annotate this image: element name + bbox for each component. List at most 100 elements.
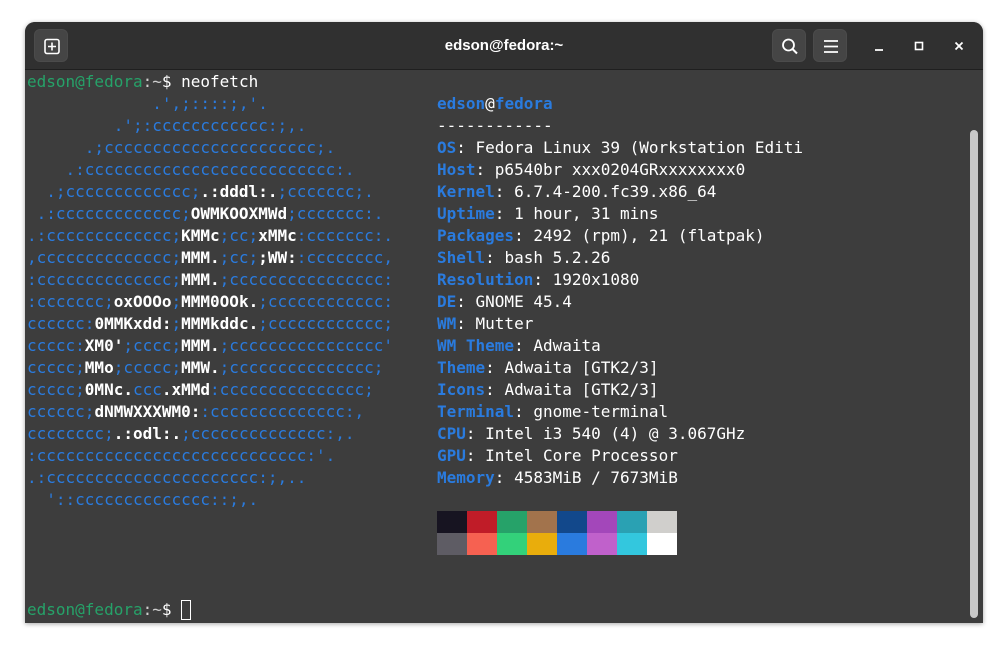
logo-segment: ;ccccccc:. (287, 204, 384, 223)
logo-segment: ;WW: (258, 248, 297, 267)
logo-segment: cccccccc; (27, 424, 114, 443)
logo-segment: .:ccccccccccccc; (27, 226, 182, 245)
info-row: DE: GNOME 45.4 (437, 291, 572, 313)
color-swatch (557, 533, 587, 555)
info-row: GPU: Intel Core Processor (437, 445, 678, 467)
menu-button[interactable] (813, 29, 847, 62)
info-row: Packages: 2492 (rpm), 21 (flatpak) (437, 225, 765, 247)
info-row: Kernel: 6.7.4-200.fc39.x86_64 (437, 181, 716, 203)
logo-segment: .xMMd (161, 380, 211, 399)
info-colon: : (485, 248, 505, 267)
info-row: Host: p6540br xxx0204GRxxxxxxxx0 (437, 159, 745, 181)
hamburger-menu-icon (824, 40, 838, 53)
terminal-area[interactable]: edson@fedora:~$ neofetch .',;::::;,'. .'… (25, 70, 983, 623)
prompt-symbol: $ (161, 72, 182, 91)
logo-segment: .:cccccccccccccccccccccc:;,.. (27, 468, 307, 487)
maximize-icon (914, 41, 924, 51)
logo-segment: .;cccccccccccccccccccccc;. (27, 138, 336, 157)
info-header: edson@fedora (437, 93, 553, 115)
color-swatch (467, 511, 497, 533)
info-key: CPU (437, 424, 466, 443)
info-value: 4583MiB / 7673MiB (514, 468, 678, 487)
maximize-button[interactable] (907, 34, 931, 58)
logo-segment: ;cccccccccccc: (258, 292, 394, 311)
info-key: WM (437, 314, 457, 333)
logo-segment: 0MMKxdd: (94, 314, 172, 333)
logo-line: cccccc;dNMWXXXWM0::cccccccccccccc:, (27, 401, 364, 423)
info-key: Packages (437, 226, 515, 245)
logo-line: .:ccccccccccccc;KMMc;cc;xMMc:ccccccc:. (27, 225, 393, 247)
info-key: Host (437, 160, 476, 179)
color-swatch (587, 511, 617, 533)
info-value: Fedora Linux 39 (Workstation Editi (475, 138, 804, 157)
logo-segment: ; (171, 314, 182, 333)
info-value: p6540br xxx0204GRxxxxxxxx0 (494, 160, 746, 179)
logo-segment: MMM. (181, 336, 220, 355)
logo-segment: :ccccccc:. (296, 226, 394, 245)
info-value: bash 5.2.26 (504, 248, 611, 267)
logo-line: .:ccccccccccccc;OWMKOOXMWd;ccccccc:. (27, 203, 384, 225)
logo-line: '::cccccccccccccc::;,. (27, 489, 258, 511)
logo-line: cccccc:0MMKxdd:;MMMkddc.;cccccccccccc; (27, 313, 393, 335)
logo-segment: ccc (132, 380, 162, 399)
prompt-separator: : (142, 600, 153, 619)
logo-segment: ;ccccc; (113, 358, 182, 377)
prompt-path: ~ (152, 600, 162, 619)
search-button[interactable] (772, 29, 806, 62)
color-swatch (527, 533, 557, 555)
info-row: WM: Mutter (437, 313, 533, 335)
logo-segment: .:cccccccccccccccccccccccccc:. (27, 160, 355, 179)
logo-segment: ;cccccccccccccc:,. (181, 424, 355, 443)
info-colon: : (494, 204, 515, 223)
logo-segment: .:ccccccccccccc; (27, 204, 191, 223)
info-row: WM Theme: Adwaita (437, 335, 601, 357)
color-swatch (437, 533, 467, 555)
color-swatch (527, 511, 557, 533)
minimize-button[interactable] (867, 34, 891, 58)
scrollbar[interactable] (970, 130, 978, 618)
info-key: GPU (437, 446, 466, 465)
logo-segment: :cccccccccccccc:, (200, 402, 365, 421)
color-swatch (647, 533, 677, 555)
color-swatch (557, 511, 587, 533)
logo-segment: OWMKOOXMWd (190, 204, 288, 223)
logo-line: ,cccccccccccccc;MMM.;cc;;WW::cccccccc, (27, 247, 393, 269)
logo-segment: .';:cccccccccccc:;,. (27, 116, 307, 135)
info-row: Theme: Adwaita [GTK2/3] (437, 357, 659, 379)
logo-segment: MMMkddc. (181, 314, 259, 333)
logo-segment: '::cccccccccccccc::;,. (27, 490, 259, 509)
info-key: OS (437, 138, 457, 157)
logo-segment: :cccccccccccccc; (27, 270, 182, 289)
close-button[interactable] (947, 34, 971, 58)
prompt-path: ~ (152, 72, 162, 91)
info-value: 6.7.4-200.fc39.x86_64 (514, 182, 717, 201)
info-key: Shell (437, 248, 486, 267)
info-value: Adwaita [GTK2/3] (504, 358, 659, 377)
close-icon (954, 41, 964, 51)
info-key: Icons (437, 380, 486, 399)
prompt-line: edson@fedora:~$ neofetch (27, 71, 258, 93)
logo-segment: ccccc; (27, 358, 85, 377)
info-colon: : (485, 358, 505, 377)
logo-line: ccccc:XM0';cccc;MMM.;cccccccccccccccc' (27, 335, 393, 357)
logo-segment: :cccccccc, (296, 248, 394, 267)
logo-segment: XM0' (84, 336, 124, 355)
info-row: OS: Fedora Linux 39 (Workstation Editi (437, 137, 803, 159)
info-key: Uptime (437, 204, 495, 223)
search-icon (782, 38, 798, 55)
logo-segment: ;cccccccccccc; (258, 314, 394, 333)
logo-segment: dNMWXXXWM0: (94, 402, 201, 421)
color-swatch (587, 533, 617, 555)
new-tab-button[interactable] (34, 29, 68, 62)
logo-segment: MMo (84, 358, 114, 377)
logo-line: .';:cccccccccccc:;,. (27, 115, 307, 137)
color-swatch (617, 533, 647, 555)
info-colon: : (456, 292, 476, 311)
info-colon: : (494, 468, 515, 487)
logo-segment: ccccc: (27, 336, 85, 355)
info-host: fedora (494, 94, 553, 113)
info-key: Theme (437, 358, 486, 377)
logo-segment: ;ccccccc;. (277, 182, 374, 201)
color-swatch (497, 533, 527, 555)
prompt-user-host: edson@fedora (27, 72, 143, 91)
